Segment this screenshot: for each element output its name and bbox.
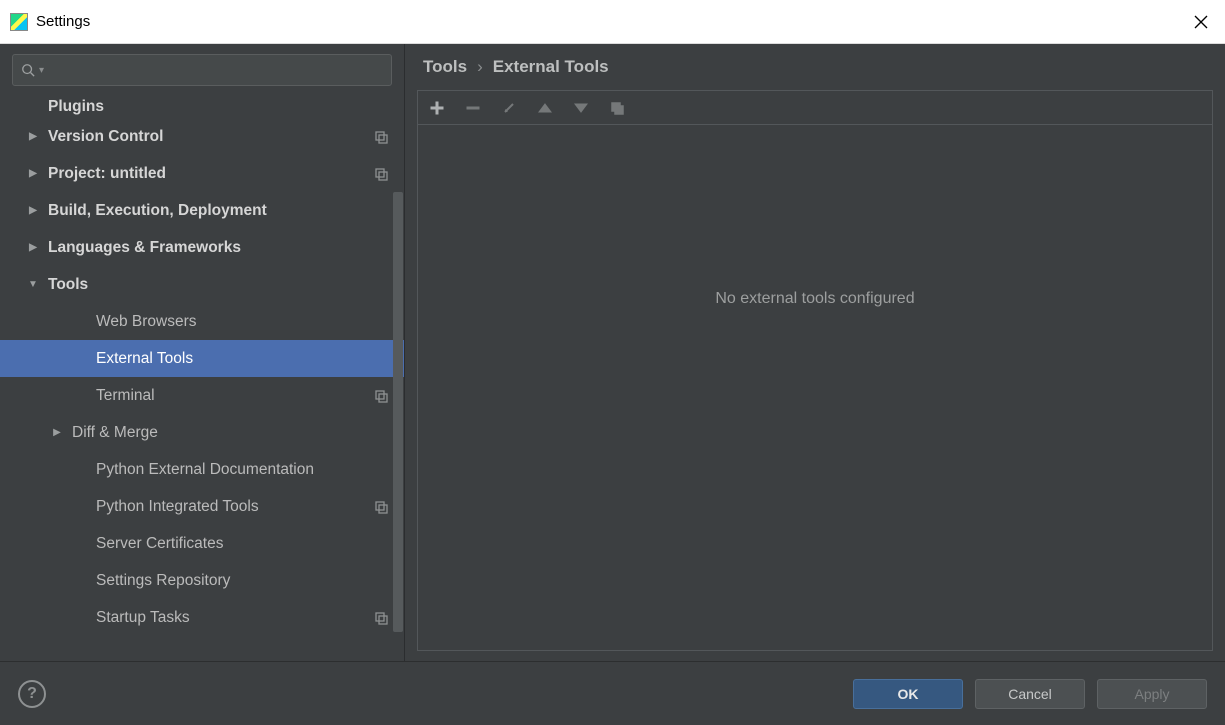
- project-scope-icon: [374, 130, 388, 144]
- project-scope-icon: [374, 167, 388, 181]
- sidebar-item-external-tools[interactable]: External Tools: [0, 340, 404, 377]
- sidebar-item-label: Project: untitled: [48, 165, 166, 183]
- content-area: Tools › External Tools: [405, 44, 1225, 661]
- panel-empty-text: No external tools configured: [418, 125, 1212, 650]
- project-scope-icon: [374, 389, 388, 403]
- chevron-right-icon: ▶: [24, 131, 42, 142]
- external-tools-panel: No external tools configured: [417, 90, 1213, 651]
- sidebar-item-version-control[interactable]: ▶ Version Control: [0, 118, 404, 155]
- window-title: Settings: [36, 13, 90, 30]
- remove-button[interactable]: [462, 97, 484, 119]
- settings-tree: Plugins ▶ Version Control ▶ Project: untitle…: [0, 92, 404, 661]
- sidebar-item-web-browsers[interactable]: Web Browsers: [0, 303, 404, 340]
- close-button[interactable]: [1187, 8, 1215, 36]
- move-down-button[interactable]: [570, 97, 592, 119]
- edit-button[interactable]: [498, 97, 520, 119]
- tree-scrollbar[interactable]: [392, 92, 404, 661]
- sidebar-item-build-execution-deployment[interactable]: ▶ Build, Execution, Deployment: [0, 192, 404, 229]
- add-button[interactable]: [426, 97, 448, 119]
- sidebar: ▾ Plugins ▶ Version Control ▶ Project: untit…: [0, 44, 405, 661]
- search-dropdown-icon[interactable]: ▾: [39, 65, 44, 76]
- sidebar-item-python-external-documentation[interactable]: Python External Documentation: [0, 451, 404, 488]
- titlebar: Settings: [0, 0, 1225, 44]
- sidebar-item-label: Web Browsers: [96, 313, 197, 331]
- chevron-right-icon: ›: [477, 57, 483, 77]
- sidebar-item-diff-merge[interactable]: ▶ Diff & Merge: [0, 414, 404, 451]
- project-scope-icon: [374, 500, 388, 514]
- sidebar-item-label: Version Control: [48, 128, 163, 146]
- sidebar-item-tools[interactable]: ▼ Tools: [0, 266, 404, 303]
- chevron-right-icon: ▶: [24, 168, 42, 179]
- search-input[interactable]: ▾: [12, 54, 392, 86]
- breadcrumb-leaf: External Tools: [493, 57, 609, 77]
- apply-button[interactable]: Apply: [1097, 679, 1207, 709]
- sidebar-item-label: Plugins: [48, 98, 104, 116]
- sidebar-item-server-certificates[interactable]: Server Certificates: [0, 525, 404, 562]
- breadcrumb-root[interactable]: Tools: [423, 57, 467, 77]
- chevron-right-icon: ▶: [24, 242, 42, 253]
- copy-button[interactable]: [606, 97, 628, 119]
- project-scope-icon: [374, 611, 388, 625]
- help-button[interactable]: ?: [18, 680, 46, 708]
- panel-toolbar: [418, 91, 1212, 125]
- ok-button[interactable]: OK: [853, 679, 963, 709]
- chevron-right-icon: ▶: [24, 205, 42, 216]
- footer: ? OK Cancel Apply: [0, 661, 1225, 725]
- sidebar-item-startup-tasks[interactable]: Startup Tasks: [0, 599, 404, 636]
- sidebar-item-languages-frameworks[interactable]: ▶ Languages & Frameworks: [0, 229, 404, 266]
- sidebar-item-settings-repository[interactable]: Settings Repository: [0, 562, 404, 599]
- chevron-down-icon: ▼: [24, 279, 42, 290]
- breadcrumb: Tools › External Tools: [405, 44, 1225, 90]
- sidebar-item-python-integrated-tools[interactable]: Python Integrated Tools: [0, 488, 404, 525]
- move-up-button[interactable]: [534, 97, 556, 119]
- sidebar-item-label: Python External Documentation: [96, 461, 314, 479]
- app-icon: [10, 13, 28, 31]
- sidebar-item-label: Tools: [48, 276, 88, 294]
- sidebar-item-terminal[interactable]: Terminal: [0, 377, 404, 414]
- tree-scroll-thumb[interactable]: [393, 192, 403, 632]
- chevron-right-icon: ▶: [48, 427, 66, 438]
- sidebar-item-label: Startup Tasks: [96, 609, 190, 627]
- sidebar-item-label: Server Certificates: [96, 535, 223, 553]
- sidebar-item-label: Build, Execution, Deployment: [48, 202, 267, 220]
- sidebar-item-label: Python Integrated Tools: [96, 498, 259, 516]
- sidebar-item-label: External Tools: [96, 350, 193, 368]
- sidebar-item-label: Diff & Merge: [72, 424, 158, 442]
- cancel-button[interactable]: Cancel: [975, 679, 1085, 709]
- sidebar-item-label: Languages & Frameworks: [48, 239, 241, 257]
- sidebar-item-label: Settings Repository: [96, 572, 230, 590]
- sidebar-item-label: Terminal: [96, 387, 155, 405]
- sidebar-item-plugins[interactable]: Plugins: [0, 96, 404, 118]
- sidebar-item-project-untitled[interactable]: ▶ Project: untitled: [0, 155, 404, 192]
